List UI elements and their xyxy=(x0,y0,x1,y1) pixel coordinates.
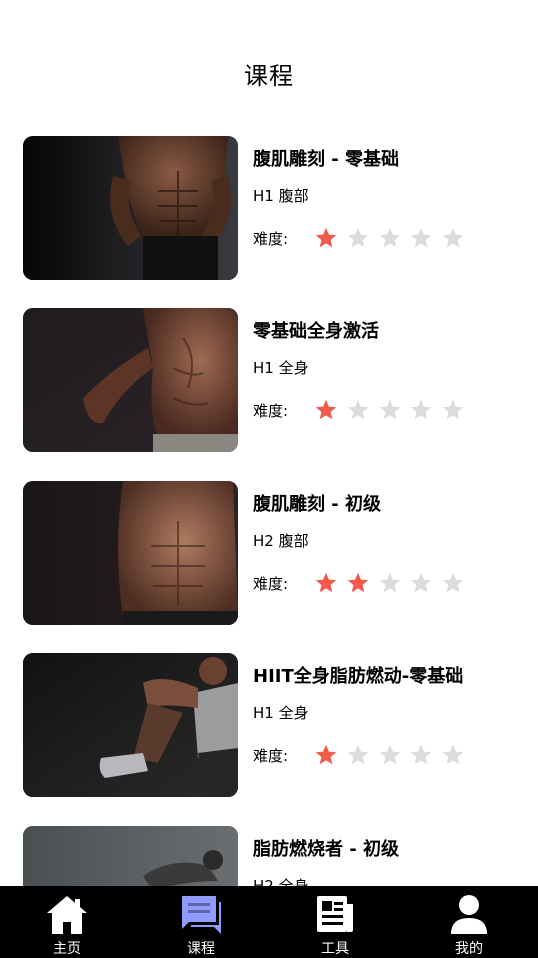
course-title: 腹肌雕刻 - 零基础 xyxy=(253,149,400,170)
tab-label: 课程 xyxy=(187,941,215,957)
tab-label: 主页 xyxy=(53,941,81,957)
star-filled-icon xyxy=(314,398,338,422)
star-empty-icon xyxy=(441,398,465,422)
course-card[interactable]: 腹肌雕刻 - 零基础 H1 腹部 难度: xyxy=(23,136,523,280)
app-screen: 腹肌雕刻 - 零基础 H1 腹部 难度: 零基础全身激活 H1 全身 难度: 腹… xyxy=(0,0,538,958)
course-info: 腹肌雕刻 - 初级 H2 腹部 难度: xyxy=(253,481,523,625)
tab-tools[interactable]: 工具 xyxy=(268,886,402,958)
course-title: 零基础全身激活 xyxy=(253,321,379,342)
star-empty-icon xyxy=(346,226,370,250)
tab-courses[interactable]: 课程 xyxy=(134,886,268,958)
difficulty-label: 难度: xyxy=(253,402,289,420)
star-empty-icon xyxy=(378,398,402,422)
star-filled-icon xyxy=(314,571,338,595)
course-info: 零基础全身激活 H1 全身 难度: xyxy=(253,308,523,452)
star-empty-icon xyxy=(409,398,433,422)
star-filled-icon xyxy=(314,226,338,250)
course-title: HIIT全身脂肪燃动-零基础 xyxy=(253,666,464,687)
star-empty-icon xyxy=(409,226,433,250)
difficulty-label: 难度: xyxy=(253,575,289,593)
course-subtitle: H1 腹部 xyxy=(253,187,309,205)
course-card[interactable]: 腹肌雕刻 - 初级 H2 腹部 难度: xyxy=(23,481,523,625)
bottom-tab-bar: 主页 课程 工具 我的 xyxy=(0,886,538,958)
star-empty-icon xyxy=(378,571,402,595)
person-icon xyxy=(402,892,536,936)
course-thumbnail[interactable] xyxy=(23,136,238,280)
course-card[interactable]: 零基础全身激活 H1 全身 难度: xyxy=(23,308,523,452)
page-header: 课程 xyxy=(0,0,538,120)
course-title: 腹肌雕刻 - 初级 xyxy=(253,494,382,515)
newspaper-icon xyxy=(268,892,402,936)
tab-home[interactable]: 主页 xyxy=(0,886,134,958)
course-thumbnail[interactable] xyxy=(23,826,238,886)
tab-profile[interactable]: 我的 xyxy=(402,886,536,958)
star-empty-icon xyxy=(346,743,370,767)
star-filled-icon xyxy=(314,743,338,767)
knee-hug-photo xyxy=(23,653,238,797)
star-empty-icon xyxy=(409,571,433,595)
difficulty-label: 难度: xyxy=(253,230,289,248)
chat-icon xyxy=(134,892,268,936)
course-thumbnail[interactable] xyxy=(23,653,238,797)
course-title: 脂肪燃烧者 - 初级 xyxy=(253,839,400,860)
difficulty-label: 难度: xyxy=(253,747,289,765)
difficulty-row: 难度: xyxy=(253,226,523,250)
course-thumbnail[interactable] xyxy=(23,481,238,625)
star-empty-icon xyxy=(441,571,465,595)
side-torso-photo xyxy=(23,308,238,452)
star-empty-icon xyxy=(378,226,402,250)
difficulty-row: 难度: xyxy=(253,398,523,422)
abs-torso-photo xyxy=(23,136,238,280)
course-card[interactable]: HIIT全身脂肪燃动-零基础 H1 全身 难度: xyxy=(23,653,523,797)
situp-photo xyxy=(23,826,238,886)
course-subtitle: H2 全身 xyxy=(253,877,309,886)
abs-closeup-photo xyxy=(23,481,238,625)
course-subtitle: H2 腹部 xyxy=(253,532,309,550)
page-title: 课程 xyxy=(244,62,294,90)
tab-label: 我的 xyxy=(455,941,483,957)
course-info: 脂肪燃烧者 - 初级 H2 全身 难度: xyxy=(253,826,523,886)
course-subtitle: H1 全身 xyxy=(253,359,309,377)
difficulty-row: 难度: xyxy=(253,571,523,595)
star-empty-icon xyxy=(441,743,465,767)
course-info: HIIT全身脂肪燃动-零基础 H1 全身 难度: xyxy=(253,653,523,797)
home-icon xyxy=(0,892,134,936)
tab-label: 工具 xyxy=(321,941,349,957)
course-card[interactable]: 脂肪燃烧者 - 初级 H2 全身 难度: xyxy=(23,826,523,886)
star-filled-icon xyxy=(346,571,370,595)
star-empty-icon xyxy=(409,743,433,767)
star-empty-icon xyxy=(441,226,465,250)
course-thumbnail[interactable] xyxy=(23,308,238,452)
star-empty-icon xyxy=(378,743,402,767)
course-subtitle: H1 全身 xyxy=(253,704,309,722)
course-list[interactable]: 腹肌雕刻 - 零基础 H1 腹部 难度: 零基础全身激活 H1 全身 难度: 腹… xyxy=(0,0,538,886)
course-info: 腹肌雕刻 - 零基础 H1 腹部 难度: xyxy=(253,136,523,280)
star-empty-icon xyxy=(346,398,370,422)
difficulty-row: 难度: xyxy=(253,743,523,767)
